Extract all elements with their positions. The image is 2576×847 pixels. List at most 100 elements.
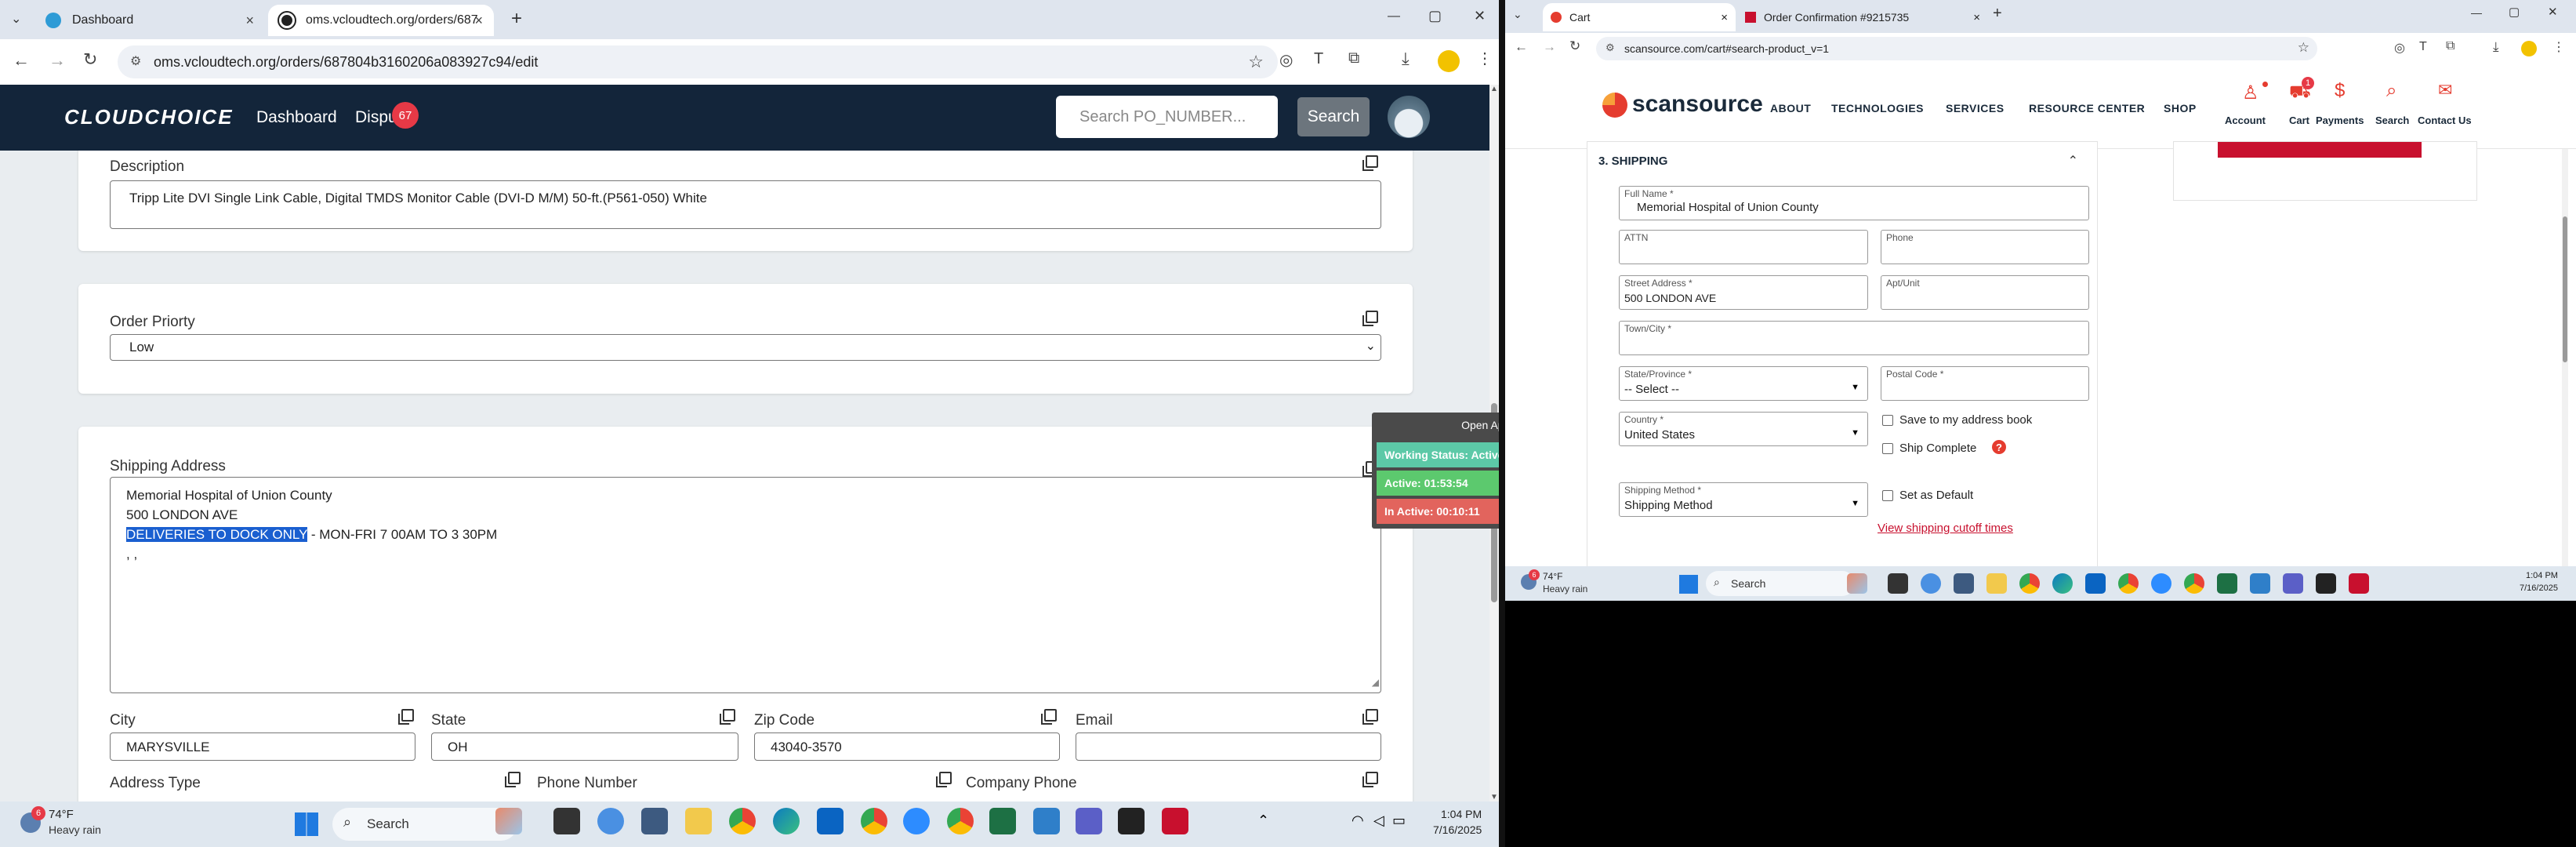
search-label[interactable]: Search xyxy=(2375,115,2409,126)
copy-icon[interactable] xyxy=(720,709,735,725)
copy-icon[interactable] xyxy=(1362,311,1378,326)
teams-app-icon[interactable] xyxy=(2283,573,2303,594)
scrollbar-thumb[interactable] xyxy=(2563,216,2567,362)
nav-disputes[interactable]: Dispu xyxy=(355,108,397,127)
copy-icon[interactable] xyxy=(1362,155,1378,171)
shipping-cutoff-link[interactable]: View shipping cutoff times xyxy=(1878,522,2013,535)
tab-cart[interactable]: Cart × xyxy=(1543,3,1736,31)
extensions-puzzle-icon[interactable]: ⧉ xyxy=(1348,49,1359,67)
resize-handle-icon[interactable]: ◢ xyxy=(1372,673,1379,693)
chrome-icon[interactable] xyxy=(729,808,756,834)
taskbar-search[interactable]: ⌕ Search xyxy=(332,808,517,841)
weather-widget-icon[interactable] xyxy=(1847,573,1867,594)
tab-order-edit[interactable]: oms.vcloudtech.org/orders/687 × xyxy=(268,5,494,36)
terminal-icon[interactable] xyxy=(2316,573,2336,594)
chrome-icon[interactable] xyxy=(2019,573,2040,594)
chrome-profile-icon[interactable] xyxy=(861,808,887,834)
close-window-icon[interactable]: ✕ xyxy=(2548,5,2558,19)
teams-icon[interactable] xyxy=(1921,573,1941,594)
checkout-button[interactable] xyxy=(2218,142,2422,158)
edge-icon[interactable] xyxy=(773,808,800,834)
copy-icon[interactable] xyxy=(1362,772,1378,787)
windows-start-icon[interactable] xyxy=(1679,575,1698,594)
excel-icon[interactable] xyxy=(2217,573,2237,594)
bookmark-star-icon[interactable]: ☆ xyxy=(1248,52,1264,72)
phone-field[interactable]: Phone xyxy=(1881,230,2089,264)
calculator-icon[interactable] xyxy=(1954,573,1974,594)
forward-icon[interactable]: → xyxy=(49,50,66,71)
save-address-checkbox[interactable] xyxy=(1882,415,1893,426)
edge-icon[interactable] xyxy=(2052,573,2073,594)
copy-icon[interactable] xyxy=(505,772,521,787)
brand-logo[interactable]: CLOUDCHOICE xyxy=(64,105,234,129)
postal-code-field[interactable]: Postal Code * xyxy=(1881,366,2089,401)
apt-unit-field[interactable]: Apt/Unit xyxy=(1881,275,2089,310)
bookmark-star-icon[interactable]: ☆ xyxy=(2298,40,2309,56)
acrobat-icon[interactable] xyxy=(2349,573,2369,594)
menu-resource-center[interactable]: RESOURCE CENTER xyxy=(2029,102,2145,115)
menu-icon[interactable]: ⋮ xyxy=(2552,39,2565,55)
menu-services[interactable]: SERVICES xyxy=(1946,102,2005,115)
scroll-down-icon[interactable]: ▼ xyxy=(1490,793,1498,802)
cart-label[interactable]: Cart xyxy=(2289,115,2309,126)
outlook-icon[interactable] xyxy=(817,808,844,834)
scroll-up-icon[interactable]: ▲ xyxy=(1490,85,1498,93)
copy-icon[interactable] xyxy=(1041,709,1057,725)
site-info-icon[interactable]: ⚙ xyxy=(1605,42,1615,54)
download-icon[interactable]: ⤓ xyxy=(2493,39,2499,55)
maximize-icon[interactable]: ▢ xyxy=(2509,5,2520,19)
battery-icon[interactable]: ▭ xyxy=(1392,812,1406,829)
chevron-up-icon[interactable]: ⌃ xyxy=(1257,812,1269,829)
copy-icon[interactable] xyxy=(936,772,952,787)
extension-icon[interactable]: ◎ xyxy=(1279,50,1293,70)
reload-icon[interactable]: ↻ xyxy=(1569,38,1580,54)
teams-app-icon[interactable] xyxy=(1076,808,1102,834)
close-window-icon[interactable]: ✕ xyxy=(1474,8,1486,24)
extension-icon[interactable]: ◎ xyxy=(2394,40,2405,56)
teams-icon[interactable] xyxy=(597,808,624,834)
order-priority-select[interactable]: Low ⌄ xyxy=(110,334,1381,361)
shipping-section-title[interactable]: 3. SHIPPING xyxy=(1598,154,1667,168)
chrome-alt-icon[interactable] xyxy=(947,808,974,834)
payments-icon[interactable]: $ xyxy=(2335,80,2345,102)
search-icon[interactable]: ⌕ xyxy=(2386,80,2396,102)
contact-icon[interactable]: ✉ xyxy=(2438,80,2452,100)
copy-icon[interactable] xyxy=(398,709,414,725)
windows-start-icon[interactable] xyxy=(295,812,318,836)
snipping-tool-icon[interactable] xyxy=(1033,808,1060,834)
account-icon[interactable]: ♙ xyxy=(2242,82,2259,104)
clock-time[interactable]: 1:04 PM xyxy=(2526,571,2558,580)
close-tab-icon[interactable]: × xyxy=(1721,11,1728,24)
taskbar-search[interactable]: ⌕ Search xyxy=(1706,571,1855,596)
country-select[interactable]: Country * United States ▼ xyxy=(1619,412,1868,446)
file-manager-icon[interactable] xyxy=(1888,573,1908,594)
outlook-icon[interactable] xyxy=(2085,573,2106,594)
close-tab-icon[interactable]: × xyxy=(474,13,483,29)
contact-label[interactable]: Contact Us xyxy=(2418,115,2472,126)
state-province-select[interactable]: State/Province * -- Select -- ▼ xyxy=(1619,366,1868,401)
tab-list-chevron-icon[interactable]: ⌄ xyxy=(11,11,21,27)
zoom-icon[interactable] xyxy=(903,808,930,834)
town-city-field[interactable]: Town/City * xyxy=(1619,321,2089,355)
state-input[interactable]: OH xyxy=(431,732,738,761)
reader-icon[interactable]: T xyxy=(2419,40,2427,54)
profile-icon[interactable] xyxy=(2521,41,2537,56)
new-tab-icon[interactable]: + xyxy=(511,8,522,30)
chrome-alt-icon[interactable] xyxy=(2184,573,2204,594)
chevron-up-icon[interactable]: ⌃ xyxy=(2068,153,2078,169)
shipping-address-textarea[interactable]: Memorial Hospital of Union County 500 LO… xyxy=(110,477,1381,693)
full-name-field[interactable]: Full Name * Memorial Hospital of Union C… xyxy=(1619,186,2089,220)
menu-shop[interactable]: SHOP xyxy=(2164,102,2197,115)
tab-order-confirmation[interactable]: Order Confirmation #9215735 × xyxy=(1737,3,1988,31)
back-icon[interactable]: ← xyxy=(13,50,30,71)
profile-icon[interactable] xyxy=(1438,50,1460,72)
copy-icon[interactable] xyxy=(1362,709,1378,725)
ship-complete-checkbox[interactable] xyxy=(1882,443,1893,454)
email-input[interactable] xyxy=(1076,732,1381,761)
clock-date[interactable]: 7/16/2025 xyxy=(2520,583,2558,593)
payments-label[interactable]: Payments xyxy=(2316,115,2364,126)
file-explorer-icon[interactable] xyxy=(1986,573,2007,594)
clock-date[interactable]: 7/16/2025 xyxy=(1433,823,1482,836)
menu-technologies[interactable]: TECHNOLOGIES xyxy=(1831,102,1924,115)
chrome-profile-icon[interactable] xyxy=(2118,573,2139,594)
